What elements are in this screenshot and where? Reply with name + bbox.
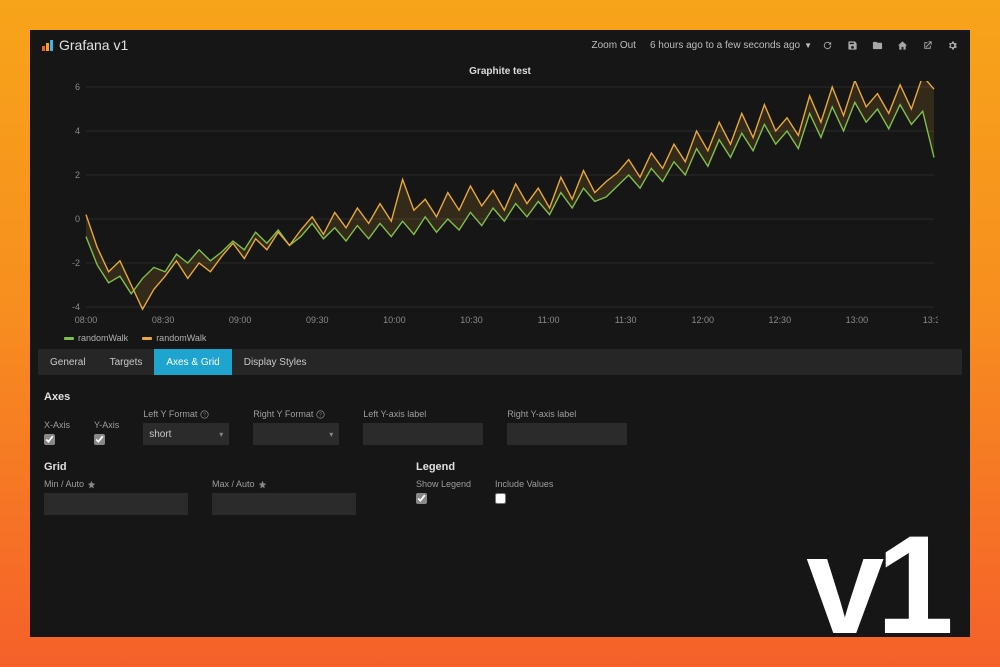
left-y-format-select[interactable]: short▾ [143, 423, 229, 445]
help-icon: ? [200, 410, 209, 419]
left-y-axis-label-input[interactable] [363, 423, 483, 445]
tab-axes-grid[interactable]: Axes & Grid [154, 349, 231, 375]
right-y-axis-label-input[interactable] [507, 423, 627, 445]
help-icon: ? [316, 410, 325, 419]
svg-text:4: 4 [75, 126, 80, 136]
svg-text:13:00: 13:00 [846, 315, 869, 325]
share-icon[interactable] [922, 40, 933, 51]
include-values-label: Include Values [495, 479, 553, 489]
right-y-format-select[interactable]: ▾ [253, 423, 339, 445]
svg-text:12:00: 12:00 [691, 315, 714, 325]
show-legend-checkbox[interactable] [416, 493, 427, 504]
save-icon[interactable] [847, 40, 858, 51]
svg-text:13:30: 13:30 [923, 315, 938, 325]
grid-min-label: Min / Auto [44, 479, 188, 489]
svg-text:?: ? [319, 412, 322, 418]
svg-text:-4: -4 [72, 302, 80, 312]
svg-text:08:00: 08:00 [75, 315, 98, 325]
svg-text:11:00: 11:00 [538, 315, 560, 325]
star-icon [87, 480, 96, 489]
left-y-format-label: Left Y Format ? [143, 409, 229, 419]
time-range-picker[interactable]: 6 hours ago to a few seconds ago▼ [650, 40, 812, 51]
grid-section-title: Grid [44, 461, 356, 473]
svg-text:?: ? [203, 412, 206, 418]
folder-open-icon[interactable] [872, 40, 883, 51]
right-y-format-label: Right Y Format ? [253, 409, 339, 419]
timeseries-plot[interactable]: -4 -2 0 2 4 6 08:00 08:30 09:00 09:30 10:00 10:30 11… [62, 81, 938, 329]
star-icon [258, 480, 267, 489]
home-icon[interactable] [897, 40, 908, 51]
y-axis-label: Y-Axis [94, 420, 119, 430]
caret-down-icon: ▾ [219, 430, 223, 439]
svg-text:09:00: 09:00 [229, 315, 252, 325]
grid-max-input[interactable] [212, 493, 356, 515]
brand[interactable]: Grafana v1 [42, 37, 128, 53]
brand-title: Grafana v1 [59, 37, 128, 53]
time-controls: Zoom Out 6 hours ago to a few seconds ag… [592, 40, 813, 51]
y-axis-checkbox[interactable] [94, 434, 105, 445]
tab-display-styles[interactable]: Display Styles [232, 349, 319, 375]
svg-text:12:30: 12:30 [769, 315, 792, 325]
gear-icon[interactable] [947, 40, 958, 51]
refresh-icon[interactable] [822, 40, 833, 51]
app-panel: Grafana v1 Zoom Out 6 hours ago to a few… [30, 30, 970, 637]
axes-section-title: Axes [44, 391, 956, 403]
include-values-checkbox[interactable] [495, 493, 506, 504]
svg-text:0: 0 [75, 214, 80, 224]
caret-down-icon: ▼ [804, 41, 812, 50]
topbar: Grafana v1 Zoom Out 6 hours ago to a few… [30, 30, 970, 60]
caret-down-icon: ▾ [329, 430, 333, 439]
chart-area: Graphite test -4 -2 0 2 4 6 08:00 08:30 09:00 09:… [30, 60, 970, 349]
grid-min-input[interactable] [44, 493, 188, 515]
right-y-axis-label-label: Right Y-axis label [507, 409, 627, 419]
tab-targets[interactable]: Targets [98, 349, 155, 375]
svg-text:08:30: 08:30 [152, 315, 175, 325]
svg-text:-2: -2 [72, 258, 80, 268]
chart-legend: randomWalk randomWalk [62, 329, 938, 349]
settings-body: Axes X-Axis Y-Axis Left Y Format ? short… [30, 375, 970, 535]
x-axis-checkbox[interactable] [44, 434, 55, 445]
grid-max-label: Max / Auto [212, 479, 356, 489]
legend-item[interactable]: randomWalk [64, 333, 128, 343]
toolbar-icons [822, 40, 958, 51]
grafana-logo-icon [42, 39, 53, 51]
legend-item[interactable]: randomWalk [142, 333, 206, 343]
chart-title: Graphite test [62, 64, 938, 81]
left-y-axis-label-label: Left Y-axis label [363, 409, 483, 419]
editor-tabs: GeneralTargetsAxes & GridDisplay Styles [38, 349, 962, 375]
show-legend-label: Show Legend [416, 479, 471, 489]
tab-general[interactable]: General [38, 349, 98, 375]
svg-text:11:30: 11:30 [615, 315, 637, 325]
x-axis-label: X-Axis [44, 420, 70, 430]
zoom-out-button[interactable]: Zoom Out [592, 40, 636, 51]
svg-text:2: 2 [75, 170, 80, 180]
svg-text:09:30: 09:30 [306, 315, 329, 325]
legend-section-title: Legend [416, 461, 553, 473]
svg-text:10:00: 10:00 [383, 315, 406, 325]
svg-text:10:30: 10:30 [460, 315, 483, 325]
svg-text:6: 6 [75, 82, 80, 92]
